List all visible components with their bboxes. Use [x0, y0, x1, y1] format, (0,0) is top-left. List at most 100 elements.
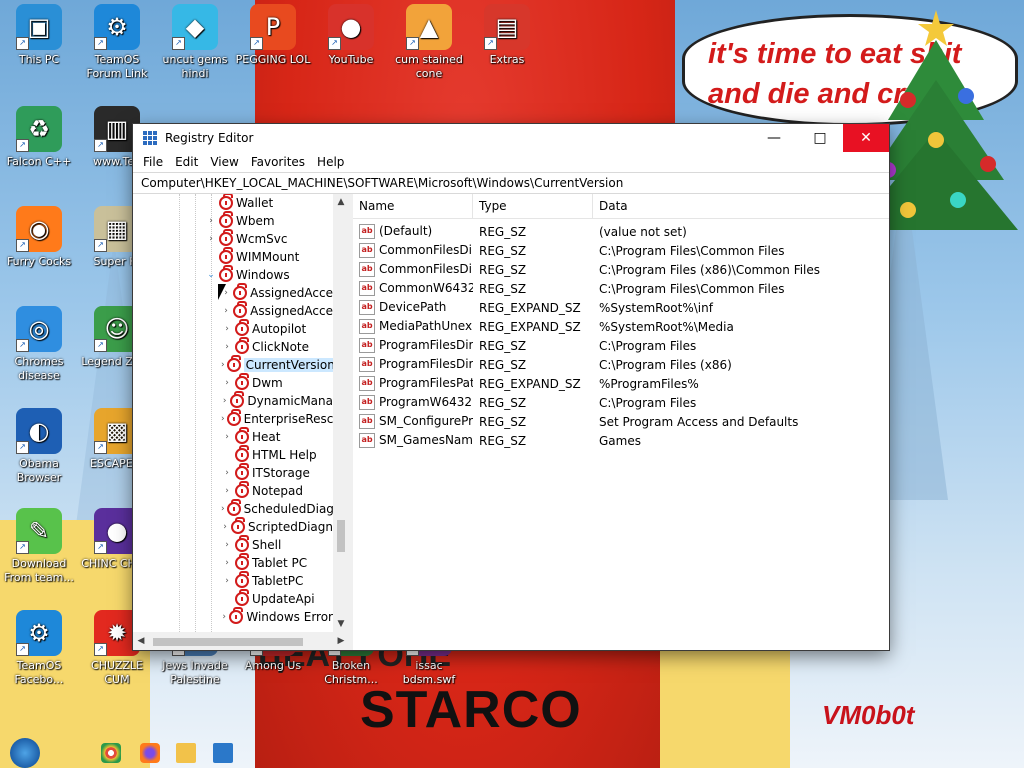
chevron-right-icon[interactable]: ›	[221, 396, 228, 406]
chrome-taskbar-icon[interactable]	[101, 743, 121, 763]
tree-item[interactable]: › ScheduledDiag	[133, 499, 333, 518]
menu-file[interactable]: File	[137, 155, 169, 169]
chevron-right-icon[interactable]: ›	[221, 576, 233, 586]
chevron-right-icon[interactable]: ›	[221, 342, 233, 352]
desktop-icon[interactable]: ◆ ↗ uncut gems hindi	[156, 4, 234, 81]
desktop-icon[interactable]: ◎ ↗ Chromes disease	[0, 306, 78, 383]
table-row[interactable]: ab ProgramFilesDir REG_SZ C:\Program Files	[353, 336, 889, 355]
chevron-right-icon[interactable]: ›	[221, 360, 225, 370]
maximize-button[interactable]: □	[797, 124, 843, 152]
key-tree-pane[interactable]: Wallet › Wbem › WcmSvc WIMMount ⌄ Windows › Assig…	[133, 194, 353, 650]
chevron-right-icon[interactable]: ›	[221, 306, 231, 316]
tree-item[interactable]: › Tablet PC	[133, 553, 333, 572]
tree-item[interactable]: › EnterpriseResc	[133, 409, 333, 428]
desktop-icon[interactable]: ▲ ↗ cum stained cone	[390, 4, 468, 81]
shortcut-arrow-icon: ↗	[16, 541, 29, 554]
desktop-icon[interactable]: ♻ ↗ Falcon C++	[0, 106, 78, 169]
file-explorer-taskbar-icon[interactable]	[176, 743, 196, 763]
column-header-type[interactable]: Type	[473, 194, 593, 218]
tree-vertical-scrollbar[interactable]: ▲ ▼	[333, 194, 349, 632]
menu-favorites[interactable]: Favorites	[245, 155, 311, 169]
chevron-right-icon[interactable]: ›	[221, 504, 225, 514]
title-bar[interactable]: Registry Editor — □ ✕	[133, 124, 889, 152]
tree-item[interactable]: › Heat	[133, 427, 333, 446]
chevron-right-icon[interactable]: ›	[221, 414, 225, 424]
chevron-right-icon[interactable]: ›	[221, 378, 233, 388]
tree-item[interactable]: › TabletPC	[133, 571, 333, 590]
chevron-right-icon[interactable]: ›	[205, 216, 217, 226]
tree-item[interactable]: › Windows Error	[133, 607, 333, 626]
tree-item[interactable]: WIMMount	[133, 247, 333, 266]
scroll-thumb[interactable]	[337, 520, 345, 552]
tree-item[interactable]: › Wbem	[133, 211, 333, 230]
column-header-data[interactable]: Data	[593, 194, 873, 218]
table-row[interactable]: ab ProgramFilesPath REG_EXPAND_SZ %ProgramF…	[353, 374, 889, 393]
address-bar[interactable]: Computer\HKEY_LOCAL_MACHINE\SOFTWARE\Mic…	[133, 172, 889, 194]
app-taskbar-icon[interactable]	[213, 743, 233, 763]
minimize-button[interactable]: —	[751, 124, 797, 152]
start-button[interactable]	[10, 738, 40, 768]
table-row[interactable]: ab ProgramW6432Dir REG_SZ C:\Program Files	[353, 393, 889, 412]
chevron-right-icon[interactable]: ›	[221, 558, 233, 568]
column-header-name[interactable]: Name	[353, 194, 473, 218]
desktop-icon[interactable]: ⚙ ↗ TeamOS Forum Link	[78, 4, 156, 81]
table-row[interactable]: ab CommonW6432... REG_SZ C:\Program Files\C…	[353, 279, 889, 298]
desktop-icon[interactable]: ✎ ↗ Download From team...	[0, 508, 78, 585]
chevron-right-icon[interactable]: ›	[221, 432, 233, 442]
tree-item[interactable]: › CurrentVersion	[133, 355, 333, 374]
chevron-right-icon[interactable]: ›	[221, 468, 233, 478]
chevron-right-icon[interactable]: ›	[221, 522, 229, 532]
firefox-taskbar-icon[interactable]	[140, 743, 160, 763]
desktop-icon[interactable]: ● ↗ YouTube	[312, 4, 390, 67]
table-row[interactable]: ab (Default) REG_SZ (value not set)	[353, 222, 889, 241]
tree-item[interactable]: › ClickNote	[133, 337, 333, 356]
menu-help[interactable]: Help	[311, 155, 350, 169]
tree-item[interactable]: Wallet	[133, 194, 333, 212]
chevron-right-icon[interactable]: ›	[205, 234, 217, 244]
scroll-up-icon[interactable]: ▲	[333, 194, 349, 210]
chevron-down-icon[interactable]: ⌄	[205, 270, 217, 280]
desktop-icon[interactable]: ◐ ↗ Obama Browser	[0, 408, 78, 485]
tree-item[interactable]: › DynamicMana	[133, 391, 333, 410]
desktop-icon[interactable]: ⚙ ↗ TeamOS Facebo...	[0, 610, 78, 687]
desktop-icon[interactable]: ◉ ↗ Furry Cocks	[0, 206, 78, 269]
table-row[interactable]: ab DevicePath REG_EXPAND_SZ %SystemRoot%\in…	[353, 298, 889, 317]
tree-item[interactable]: UpdateApi	[133, 589, 333, 608]
chevron-right-icon[interactable]: ›	[221, 486, 233, 496]
tree-item[interactable]: › WcmSvc	[133, 229, 333, 248]
menu-view[interactable]: View	[204, 155, 244, 169]
chevron-right-icon[interactable]: ›	[221, 540, 233, 550]
table-row[interactable]: ab ProgramFilesDir ... REG_SZ C:\Program Fi…	[353, 355, 889, 374]
table-row[interactable]: ab CommonFilesDi... REG_SZ C:\Program Files…	[353, 260, 889, 279]
tree-item[interactable]: › Notepad	[133, 481, 333, 500]
value-data: C:\Program Files\Common Files	[599, 243, 785, 258]
tree-item[interactable]: › ITStorage	[133, 463, 333, 482]
tree-item[interactable]: › ScriptedDiagn	[133, 517, 333, 536]
close-button[interactable]: ✕	[843, 124, 889, 152]
desktop-icon[interactable]: ▤ ↗ Extras	[468, 4, 546, 67]
registry-editor-window[interactable]: Registry Editor — □ ✕ File Edit View Fav…	[133, 124, 889, 650]
chevron-right-icon[interactable]: ›	[221, 612, 227, 622]
tree-item[interactable]: › Shell	[133, 535, 333, 554]
desktop-icon[interactable]: P ↗ PEGGING LOL	[234, 4, 312, 67]
tree-item[interactable]: › AssignedAcce	[133, 283, 333, 302]
tree-item[interactable]: › AssignedAcce	[133, 301, 333, 320]
scroll-left-icon[interactable]: ◀	[133, 632, 149, 650]
scroll-right-icon[interactable]: ▶	[333, 632, 349, 650]
table-row[interactable]: ab MediaPathUnex... REG_EXPAND_SZ %SystemRo…	[353, 317, 889, 336]
scroll-thumb[interactable]	[153, 638, 303, 646]
table-row[interactable]: ab SM_ConfigurePr... REG_SZ Set Program Acc…	[353, 412, 889, 431]
chevron-right-icon[interactable]: ›	[221, 324, 233, 334]
desktop-icon[interactable]: ▣ ↗ This PC	[0, 4, 78, 67]
table-row[interactable]: ab CommonFilesDir REG_SZ C:\Program Files\C…	[353, 241, 889, 260]
values-list-pane[interactable]: Name Type Data ab (Default) REG_SZ (value n…	[353, 194, 889, 650]
tree-item[interactable]: › Dwm	[133, 373, 333, 392]
tree-item[interactable]: ⌄ Windows	[133, 265, 333, 284]
menu-edit[interactable]: Edit	[169, 155, 204, 169]
tree-item[interactable]: › Autopilot	[133, 319, 333, 338]
monitor-icon: ▣ ↗	[16, 4, 62, 50]
tree-item[interactable]: HTML Help	[133, 445, 333, 464]
table-row[interactable]: ab SM_GamesName REG_SZ Games	[353, 431, 889, 450]
tree-horizontal-scrollbar[interactable]: ◀ ▶	[133, 632, 349, 650]
scroll-down-icon[interactable]: ▼	[333, 616, 349, 632]
